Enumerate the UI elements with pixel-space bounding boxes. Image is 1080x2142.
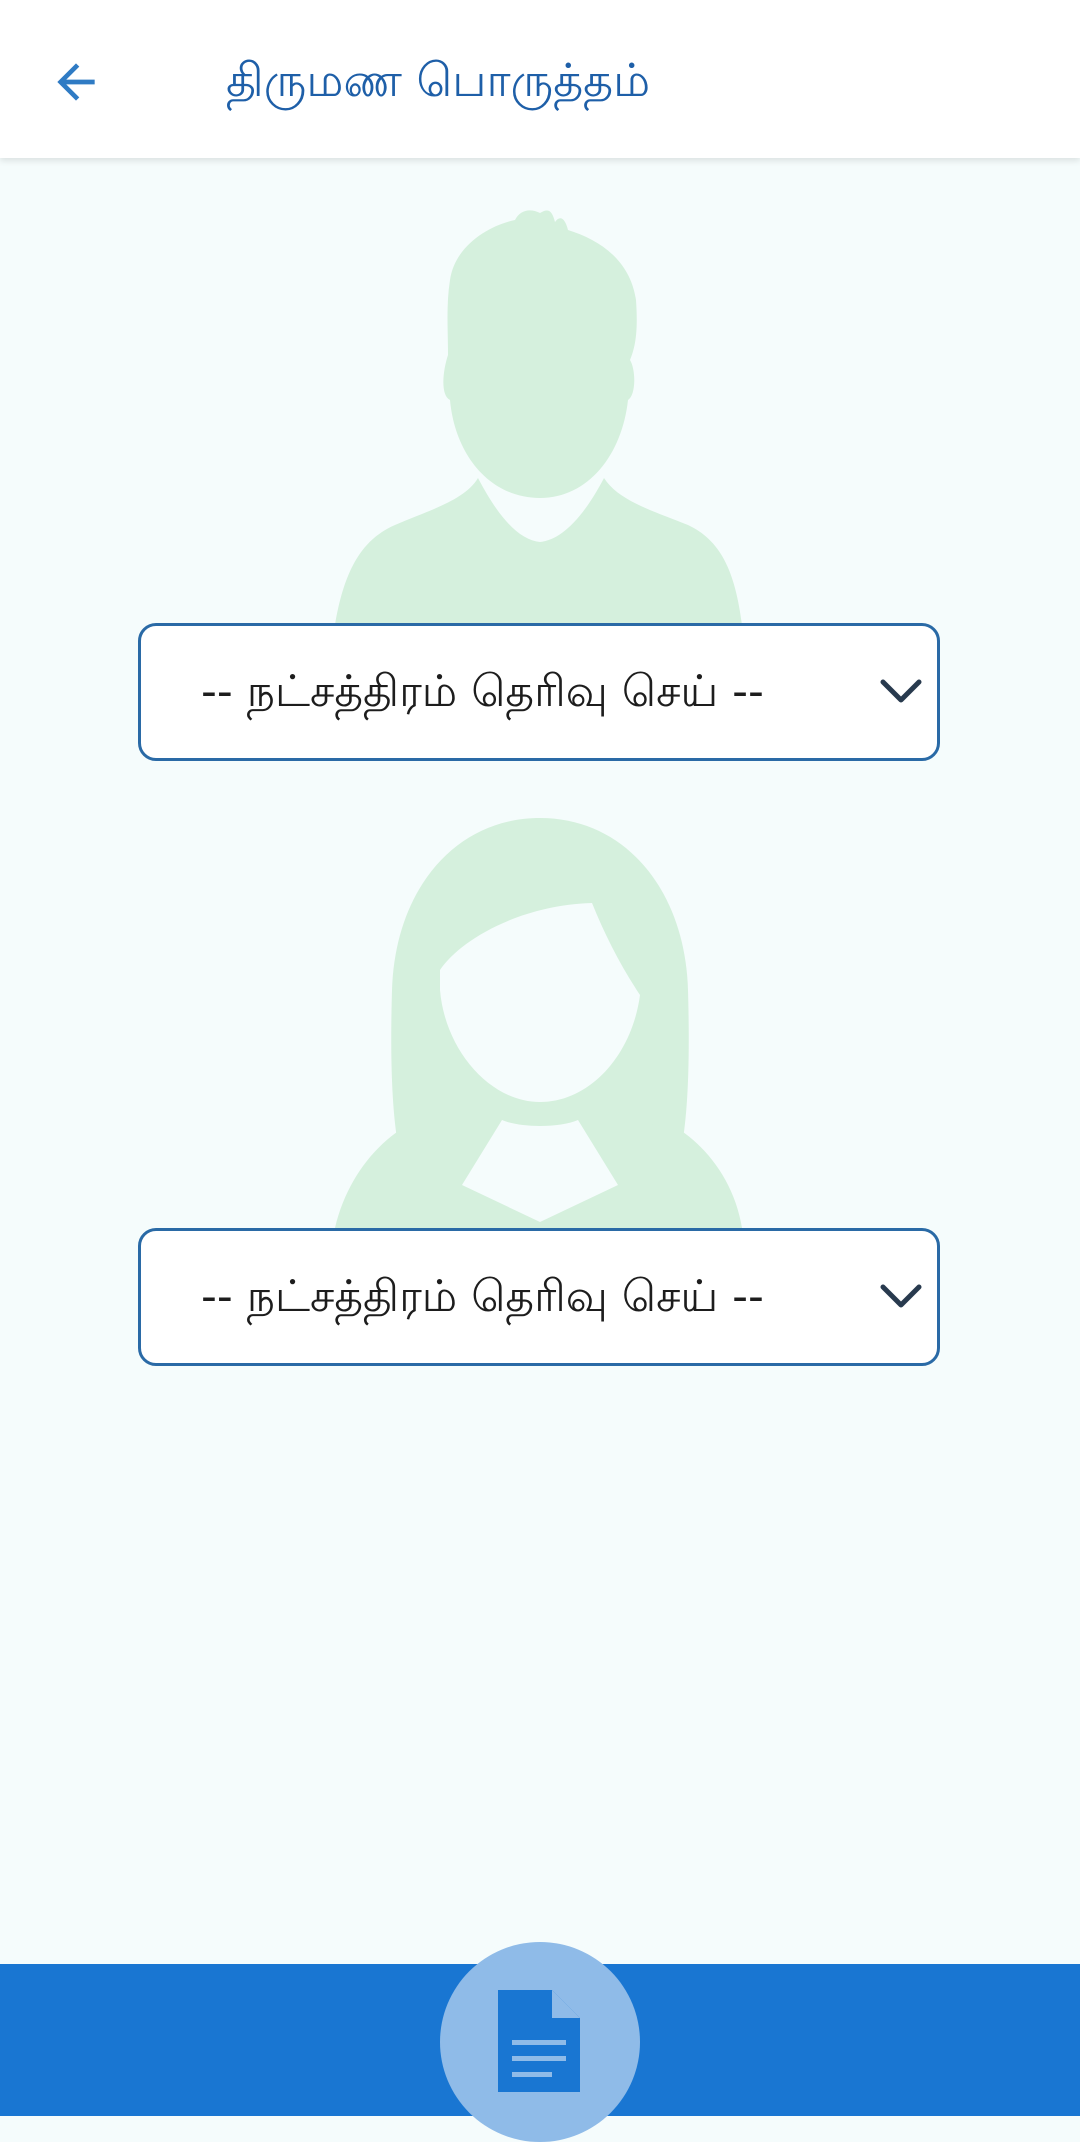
app-bar: திருமண பொருத்தம்: [0, 0, 1080, 158]
female-silhouette-icon: [335, 818, 742, 1228]
back-button[interactable]: [40, 46, 112, 118]
groom-select-value: -- நட்சத்திரம் தெரிவு செய் --: [201, 666, 764, 717]
page-title: திருமண பொருத்தம்: [226, 53, 651, 107]
document-icon: [498, 1990, 580, 2092]
view-result-button[interactable]: [440, 1942, 640, 2142]
chevron-down-icon: [880, 1284, 922, 1308]
arrow-left-icon: [57, 63, 95, 101]
silhouettes: [335, 210, 742, 1228]
bride-star-select[interactable]: -- நட்சத்திரம் தெரிவு செய் --: [138, 1228, 940, 1366]
chevron-down-icon: [880, 679, 922, 703]
bride-select-value: -- நட்சத்திரம் தெரிவு செய் --: [201, 1271, 764, 1322]
groom-star-select[interactable]: -- நட்சத்திரம் தெரிவு செய் --: [138, 623, 940, 761]
male-silhouette-icon: [335, 210, 742, 625]
